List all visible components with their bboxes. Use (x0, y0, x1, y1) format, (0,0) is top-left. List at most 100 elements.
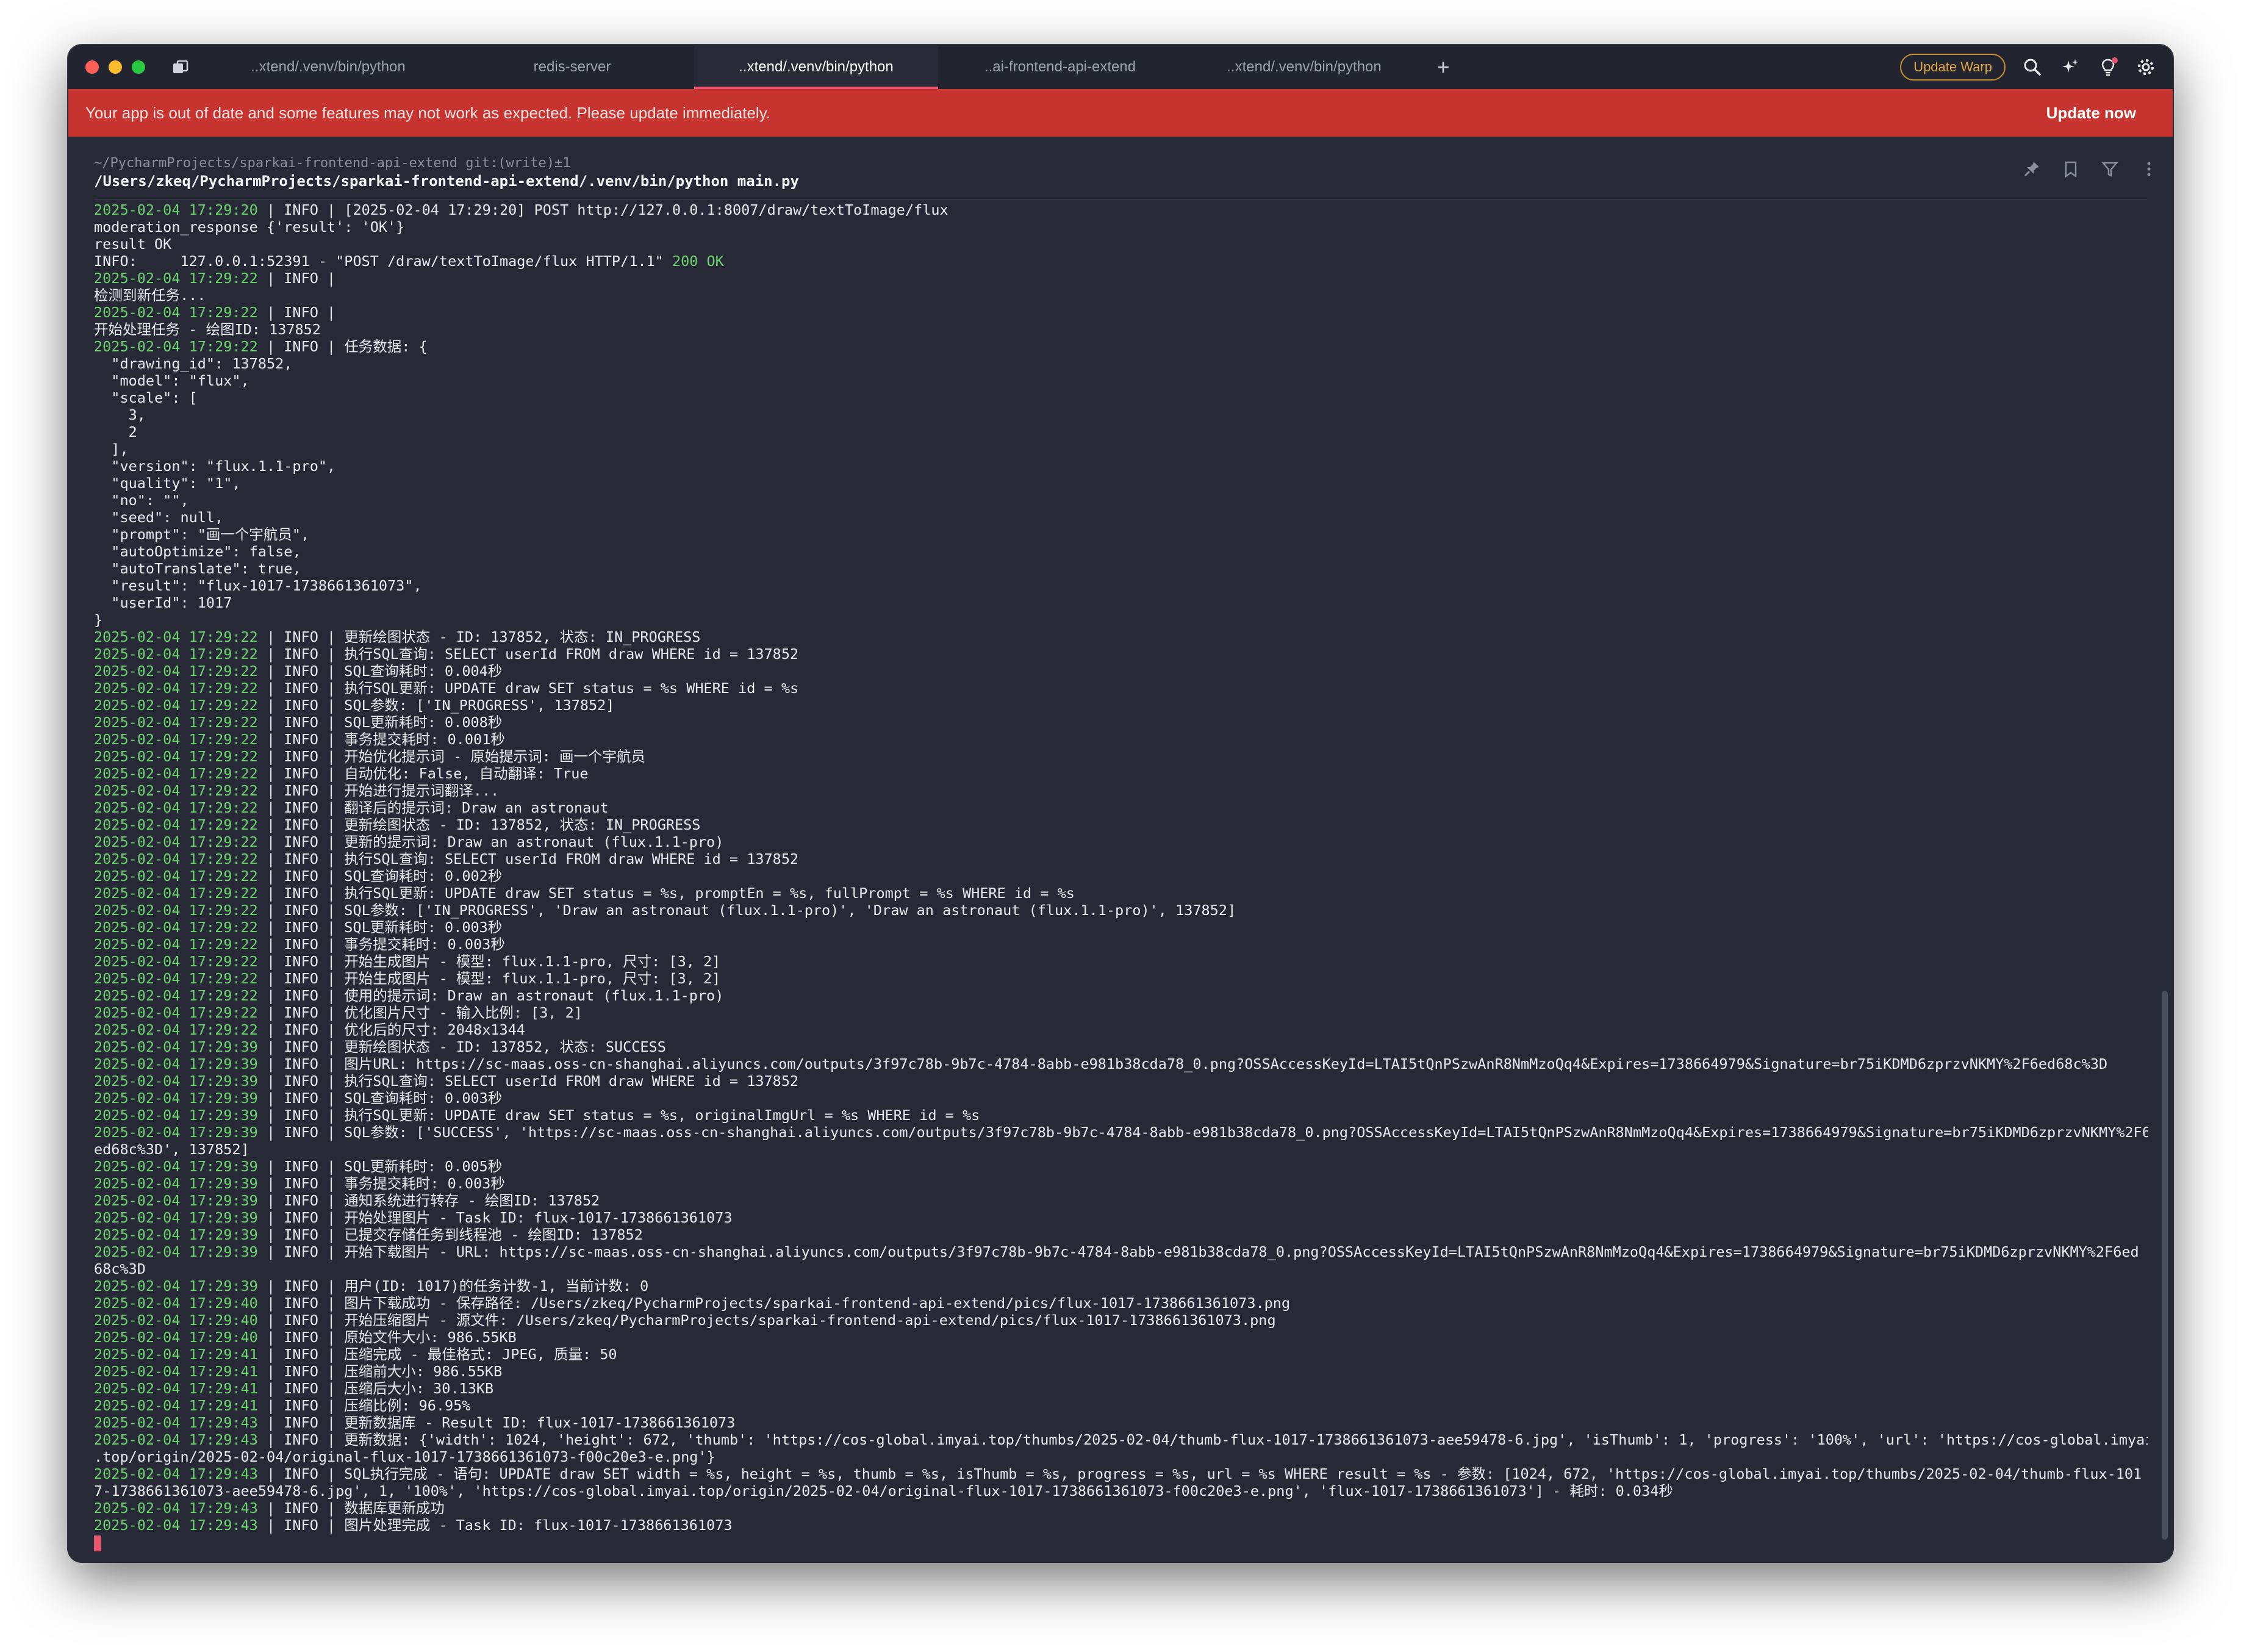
log-line: 2025-02-04 17:29:22 | INFO | 开始进行提示词翻译..… (94, 782, 2148, 799)
log-line: 2025-02-04 17:29:41 | INFO | 压缩前大小: 986.… (94, 1363, 2148, 1380)
log-text: | INFO | SQL参数: ['IN_PROGRESS', 137852] (257, 697, 615, 714)
log-line: 2025-02-04 17:29:43 | INFO | 数据库更新成功 (94, 1499, 2148, 1517)
log-line: ], (94, 440, 2148, 458)
log-timestamp: 2025-02-04 17:29:22 (94, 816, 258, 833)
log-text: | INFO | 开始处理图片 - Task ID: flux-1017-173… (257, 1209, 733, 1226)
log-line: "scale": [ (94, 389, 2148, 406)
log-line: "model": "flux", (94, 372, 2148, 389)
update-warp-button[interactable]: Update Warp (1900, 54, 2006, 81)
log-line: 2025-02-04 17:29:22 | INFO | SQL查询耗时: 0.… (94, 663, 2148, 680)
log-text: "drawing_id": 137852, (94, 355, 293, 372)
log-line: 检测到新任务... (94, 287, 2148, 304)
log-text: 检测到新任务... (94, 287, 206, 304)
tabs-panel-icon[interactable] (170, 56, 192, 78)
log-text: 7-1738661361073-aee59478-6.jpg', 1, '100… (94, 1482, 1673, 1499)
tab-redis-server[interactable]: redis-server (450, 45, 694, 89)
log-timestamp: 2025-02-04 17:29:39 (94, 1072, 258, 1090)
log-line: 2025-02-04 17:29:39 | INFO | 更新绘图状态 - ID… (94, 1038, 2148, 1055)
log-text: | INFO | 执行SQL更新: UPDATE draw SET status… (257, 885, 1075, 902)
lightbulb-icon[interactable] (2097, 56, 2119, 78)
log-text: | INFO | (257, 304, 336, 321)
filter-icon[interactable] (2099, 159, 2120, 179)
log-timestamp: 2025-02-04 17:29:22 (94, 645, 258, 663)
log-timestamp: 2025-02-04 17:29:39 (94, 1192, 258, 1209)
tab-label: ..xtend/.venv/bin/python (1227, 59, 1382, 75)
tab-label: ..xtend/.venv/bin/python (251, 59, 406, 75)
log-text: | INFO | 图片下载成功 - 保存路径: /Users/zkeq/Pych… (257, 1295, 1291, 1312)
log-text: | INFO | (257, 270, 336, 287)
log-text: | INFO | 事务提交耗时: 0.001秒 (257, 731, 505, 748)
pin-icon[interactable] (2021, 159, 2042, 179)
log-text: | INFO | [2025-02-04 17:29:20] POST http… (257, 201, 948, 218)
log-text: INFO: 127.0.0.1:52391 - "POST /draw/text… (94, 253, 672, 270)
log-timestamp: 2025-02-04 17:29:39 (94, 1090, 258, 1107)
log-line: 2025-02-04 17:29:43 | INFO | 图片处理完成 - Ta… (94, 1517, 2148, 1534)
settings-gear-icon[interactable] (2135, 56, 2157, 78)
tab-python-1[interactable]: ..xtend/.venv/bin/python (206, 45, 450, 89)
log-timestamp: 2025-02-04 17:29:40 (94, 1329, 258, 1346)
pin-icon-glyph (2024, 162, 2039, 177)
log-text: | INFO | 执行SQL查询: SELECT userId FROM dra… (257, 645, 799, 663)
log-timestamp: 2025-02-04 17:29:22 (94, 338, 258, 355)
log-line: "result": "flux-1017-1738661361073", (94, 577, 2148, 594)
tab-api-extend[interactable]: ..ai-frontend-api-extend (938, 45, 1182, 89)
terminal-output[interactable]: 2025-02-04 17:29:20 | INFO | [2025-02-04… (94, 201, 2148, 1562)
log-line: .top/origin/2025-02-04/original-flux-101… (94, 1448, 2148, 1465)
log-text: "prompt": "画一个宇航员", (94, 526, 310, 543)
log-timestamp: 2025-02-04 17:29:22 (94, 663, 258, 680)
log-timestamp: 2025-02-04 17:29:22 (94, 1021, 258, 1038)
log-line: 2025-02-04 17:29:43 | INFO | 更新数据库 - Res… (94, 1414, 2148, 1431)
tab-python-active[interactable]: ..xtend/.venv/bin/python (694, 45, 938, 89)
log-timestamp: 2025-02-04 17:29:39 (94, 1055, 258, 1072)
minimize-window-button[interactable] (109, 60, 122, 74)
log-line: 7-1738661361073-aee59478-6.jpg', 1, '100… (94, 1482, 2148, 1499)
zoom-window-button[interactable] (132, 60, 145, 74)
notification-dot (2112, 57, 2118, 63)
log-line: "quality": "1", (94, 475, 2148, 492)
log-text: | INFO | SQL更新耗时: 0.008秒 (257, 714, 503, 731)
log-line: INFO: 127.0.0.1:52391 - "POST /draw/text… (94, 253, 2148, 270)
command-text: /Users/zkeq/PycharmProjects/sparkai-fron… (94, 173, 799, 190)
log-timestamp: 2025-02-04 17:29:22 (94, 765, 258, 782)
log-timestamp: 2025-02-04 17:29:22 (94, 731, 258, 748)
log-line: 2 (94, 423, 2148, 440)
log-timestamp: 2025-02-04 17:29:22 (94, 270, 258, 287)
log-timestamp: 2025-02-04 17:29:39 (94, 1038, 258, 1055)
tab-python-3[interactable]: ..xtend/.venv/bin/python (1182, 45, 1426, 89)
log-text: "quality": "1", (94, 475, 241, 492)
search-icon[interactable] (2021, 56, 2043, 78)
input-line[interactable] (94, 1534, 2148, 1551)
log-line: 2025-02-04 17:29:40 | INFO | 开始压缩图片 - 源文… (94, 1312, 2148, 1329)
log-text: | INFO | SQL查询耗时: 0.002秒 (257, 867, 503, 885)
log-text: | INFO | 开始优化提示词 - 原始提示词: 画一个宇航员 (257, 748, 646, 765)
title-bar: ..xtend/.venv/bin/python redis-server ..… (68, 45, 2173, 90)
log-timestamp: 2025-02-04 17:29:39 (94, 1107, 258, 1124)
log-text: "autoTranslate": true, (94, 560, 301, 577)
log-text: | INFO | 图片URL: https://sc-maas.oss-cn-s… (257, 1055, 2108, 1072)
more-options-icon[interactable] (2139, 159, 2159, 179)
log-line: 2025-02-04 17:29:39 | INFO | SQL参数: ['SU… (94, 1124, 2148, 1141)
log-line: 3, (94, 406, 2148, 423)
ai-sparkle-icon[interactable] (2059, 56, 2081, 78)
log-timestamp: 2025-02-04 17:29:22 (94, 850, 258, 867)
log-text: | INFO | 优化后的尺寸: 2048x1344 (257, 1021, 525, 1038)
log-timestamp: 2025-02-04 17:29:20 (94, 201, 258, 218)
scrollbar[interactable] (2162, 991, 2168, 1540)
log-timestamp: 2025-02-04 17:29:41 (94, 1346, 258, 1363)
titlebar-actions: Update Warp (1900, 54, 2157, 81)
close-window-button[interactable] (85, 60, 99, 74)
log-timestamp: 2025-02-04 17:29:22 (94, 748, 258, 765)
log-line: 2025-02-04 17:29:39 | INFO | 执行SQL查询: SE… (94, 1072, 2148, 1090)
log-timestamp: 2025-02-04 17:29:22 (94, 867, 258, 885)
new-tab-button[interactable]: + (1426, 45, 1460, 89)
log-line: 2025-02-04 17:29:39 | INFO | 图片URL: http… (94, 1055, 2148, 1072)
log-line: 2025-02-04 17:29:22 | INFO | SQL更新耗时: 0.… (94, 714, 2148, 731)
bookmark-icon[interactable] (2060, 159, 2081, 179)
log-text: 3, (94, 406, 146, 423)
log-line: 2025-02-04 17:29:22 | INFO | 执行SQL查询: SE… (94, 850, 2148, 867)
http-status: 200 OK (672, 253, 724, 270)
update-now-button[interactable]: Update now (2046, 104, 2136, 123)
log-text: 开始处理任务 - 绘图ID: 137852 (94, 321, 321, 338)
log-line: 2025-02-04 17:29:40 | INFO | 原始文件大小: 986… (94, 1329, 2148, 1346)
log-timestamp: 2025-02-04 17:29:22 (94, 919, 258, 936)
